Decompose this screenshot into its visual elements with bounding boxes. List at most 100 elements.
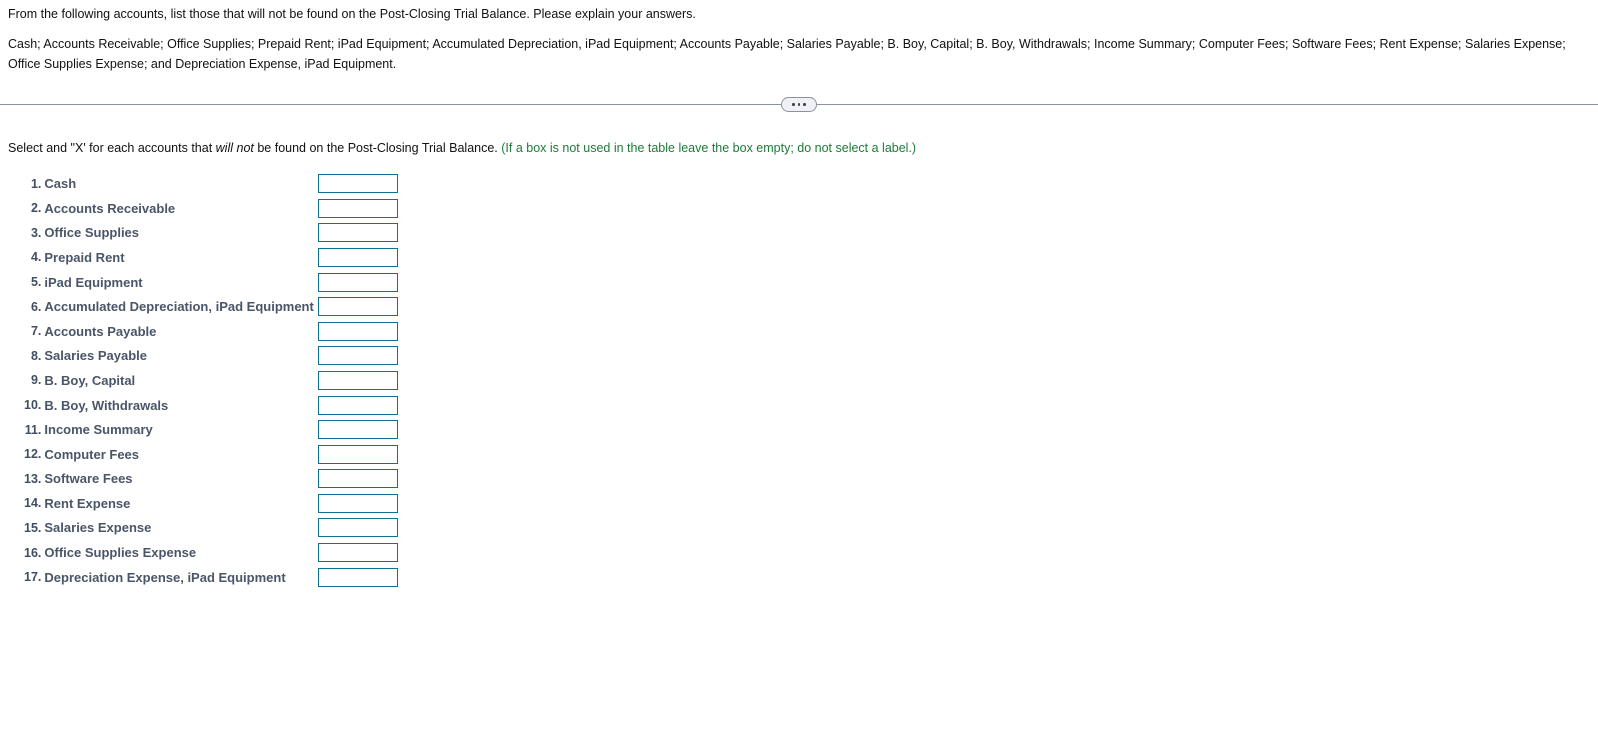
- account-answer-cell: [317, 540, 404, 565]
- account-label: Prepaid Rent: [44, 249, 125, 265]
- account-number: 1.: [30, 176, 42, 191]
- instruction-hint: (If a box is not used in the table leave…: [501, 140, 917, 155]
- account-row: 1. Cash: [0, 171, 404, 196]
- instruction-part1: Select and "X' for each accounts that: [8, 140, 216, 155]
- account-answer-cell: [317, 565, 404, 590]
- account-number: 12.: [24, 447, 42, 462]
- account-row: 4. Prepaid Rent: [0, 245, 404, 270]
- account-number: 7.: [30, 324, 42, 339]
- instruction-part2: be found on the Post-Closing Trial Balan…: [253, 140, 498, 155]
- ellipsis-handle-icon[interactable]: [781, 96, 817, 112]
- account-row: 14. Rent Expense: [0, 491, 404, 516]
- account-row: 15. Salaries Expense: [0, 516, 404, 541]
- account-answer-input-9[interactable]: [317, 370, 398, 390]
- account-answer-cell: [317, 516, 404, 541]
- account-label: Accounts Receivable: [44, 200, 176, 216]
- account-label: Rent Expense: [44, 495, 131, 511]
- account-answer-cell: [317, 491, 404, 516]
- account-number: 2.: [30, 201, 42, 216]
- account-answer-input-15[interactable]: [317, 518, 398, 538]
- account-label: iPad Equipment: [44, 274, 143, 290]
- account-row: 10. B. Boy, Withdrawals: [0, 393, 404, 418]
- account-answer-input-7[interactable]: [317, 321, 398, 341]
- account-label: B. Boy, Capital: [44, 372, 136, 388]
- account-number: 3.: [30, 225, 42, 240]
- account-label: Accounts Payable: [44, 323, 157, 339]
- account-label: Accumulated Depreciation, iPad Equipment: [44, 299, 314, 315]
- account-label: Office Supplies Expense: [44, 545, 197, 561]
- account-answer-cell: [317, 294, 404, 319]
- account-number: 5.: [30, 275, 42, 290]
- account-row: 6. Accumulated Depreciation, iPad Equipme…: [0, 294, 404, 319]
- account-answer-cell: [317, 417, 404, 442]
- account-number: 4.: [30, 250, 42, 265]
- account-answer-cell: [317, 270, 404, 295]
- account-answer-input-2[interactable]: [317, 198, 398, 218]
- account-label: Computer Fees: [44, 446, 140, 462]
- account-answer-cell: [317, 245, 404, 270]
- account-number: 6.: [30, 299, 42, 314]
- account-number: 10.: [24, 398, 42, 413]
- account-number: 9.: [30, 373, 42, 388]
- account-answer-cell: [317, 368, 404, 393]
- account-answer-input-3[interactable]: [317, 223, 398, 243]
- account-answer-input-6[interactable]: [317, 297, 398, 317]
- account-row: 11. Income Summary: [0, 417, 404, 442]
- account-answer-cell: [317, 196, 404, 221]
- problem-question: From the following accounts, list those …: [8, 7, 696, 21]
- account-label: Office Supplies: [44, 225, 140, 241]
- account-answer-cell: [317, 442, 404, 467]
- handle-dot: [792, 103, 795, 106]
- account-answer-input-12[interactable]: [317, 444, 398, 464]
- account-answer-cell: [317, 344, 404, 369]
- account-answer-input-14[interactable]: [317, 493, 398, 513]
- account-row: 2. Accounts Receivable: [0, 196, 404, 221]
- account-row: 12. Computer Fees: [0, 442, 404, 467]
- instruction-text: Select and "X' for each accounts that wi…: [0, 116, 1598, 158]
- problem-statement: From the following accounts, list those …: [0, 0, 1598, 74]
- account-answer-cell: [317, 467, 404, 492]
- account-answer-input-10[interactable]: [317, 395, 398, 415]
- account-number: 15.: [24, 520, 42, 535]
- account-number: 13.: [24, 471, 42, 486]
- account-answer-input-17[interactable]: [317, 567, 398, 587]
- account-answer-cell: [317, 221, 404, 246]
- panel-divider: [0, 94, 1598, 116]
- account-row: 8. Salaries Payable: [0, 344, 404, 369]
- account-number: 11.: [24, 422, 42, 437]
- account-label: Salaries Expense: [44, 520, 152, 536]
- account-label: Salaries Payable: [44, 348, 148, 364]
- accounts-answer-rows: 1. Cash 2. Accounts Receivable 3. Office Supp…: [0, 171, 404, 589]
- account-row: 9. B. Boy, Capital: [0, 368, 404, 393]
- account-row: 17. Depreciation Expense, iPad Equipment: [0, 565, 404, 590]
- account-row: 13. Software Fees: [0, 467, 404, 492]
- handle-dot: [797, 103, 801, 106]
- account-answer-input-1[interactable]: [317, 174, 398, 194]
- instruction-emphasis: will not: [215, 140, 254, 155]
- account-label: Income Summary: [44, 422, 153, 438]
- account-answer-input-5[interactable]: [317, 272, 398, 292]
- account-label: B. Boy, Withdrawals: [44, 397, 169, 413]
- account-answer-input-13[interactable]: [317, 469, 398, 489]
- account-number: 17.: [24, 570, 42, 585]
- account-answer-input-4[interactable]: [317, 247, 398, 267]
- account-row: 16. Office Supplies Expense: [0, 540, 404, 565]
- account-number: 16.: [24, 545, 42, 560]
- account-answer-input-11[interactable]: [317, 420, 398, 440]
- problem-accounts-list: Cash; Accounts Receivable; Office Suppli…: [8, 37, 1566, 71]
- account-answer-cell: [317, 171, 404, 196]
- account-answer-cell: [317, 319, 404, 344]
- account-answer-input-16[interactable]: [317, 543, 398, 563]
- handle-dot: [803, 103, 806, 106]
- account-label: Cash: [44, 176, 77, 192]
- account-number: 8.: [30, 348, 42, 363]
- account-answer-input-8[interactable]: [317, 346, 398, 366]
- account-number: 14.: [24, 496, 42, 511]
- account-row: 7. Accounts Payable: [0, 319, 404, 344]
- account-answer-cell: [317, 393, 404, 418]
- account-label: Depreciation Expense, iPad Equipment: [44, 569, 286, 585]
- account-row: 5. iPad Equipment: [0, 270, 404, 295]
- account-label: Software Fees: [44, 471, 133, 487]
- account-row: 3. Office Supplies: [0, 221, 404, 246]
- accounts-answer-table: 1. Cash 2. Accounts Receivable 3. Office Supp…: [0, 171, 404, 589]
